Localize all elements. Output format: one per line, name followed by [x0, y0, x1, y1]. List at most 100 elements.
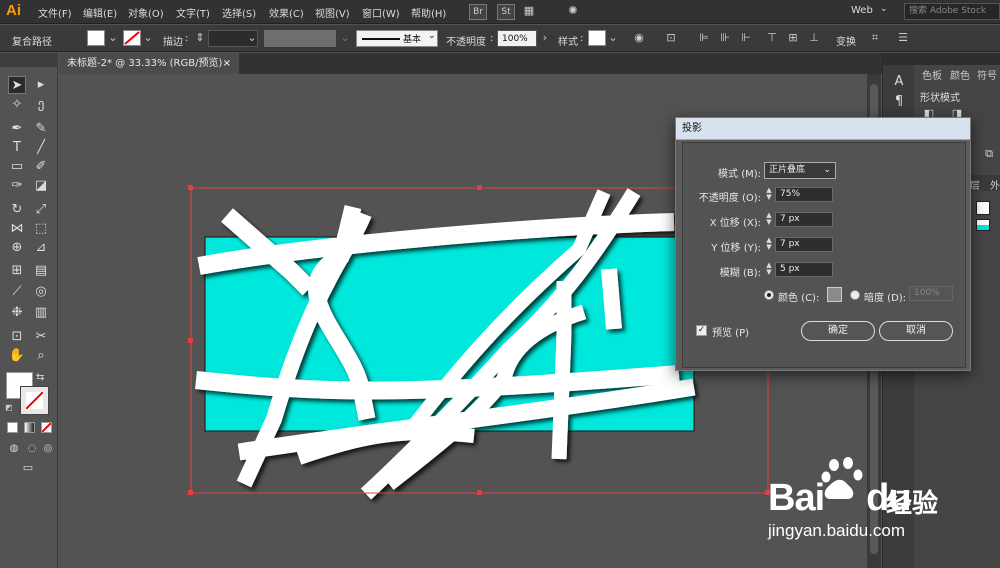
width-tool-icon[interactable]: ⋈ [8, 220, 26, 238]
color-mode-icon[interactable] [7, 422, 18, 433]
chevron-down-icon[interactable]: ⌄ [245, 31, 259, 45]
blur-input[interactable]: 5 px [775, 262, 833, 277]
symbol-sprayer-tool-icon[interactable]: ❉ [8, 304, 26, 322]
scale-tool-icon[interactable]: ⤢ [32, 201, 50, 219]
swap-colors-icon[interactable]: ⇆ [36, 372, 44, 383]
document-tab[interactable]: 未标题-2* @ 33.33% (RGB/预览) × [59, 53, 239, 74]
shaper-tool-icon[interactable]: ✑ [8, 177, 26, 195]
align-to-selection-icon[interactable]: ⊡ [664, 31, 678, 45]
gpu-performance-icon[interactable]: ✺ [566, 4, 580, 18]
layer-thumbnail[interactable] [976, 201, 990, 215]
character-panel-icon[interactable]: A [890, 73, 908, 91]
opacity-stepper-icon[interactable]: ▲ ▼ [765, 187, 773, 202]
bridge-button[interactable]: Br [469, 4, 487, 20]
none-mode-icon[interactable] [41, 422, 52, 433]
align-top-icon[interactable]: ⊤ [765, 31, 779, 45]
paragraph-panel-icon[interactable]: ¶ [890, 93, 908, 111]
darkness-radio[interactable] [850, 290, 860, 300]
gradient-tool-icon[interactable]: ▤ [32, 262, 50, 280]
color-radio[interactable] [764, 290, 774, 300]
chevron-down-icon[interactable]: ⌄ [880, 4, 888, 14]
arrange-documents-icon[interactable]: ▦ [522, 4, 536, 18]
selection-tool-icon[interactable]: ➤ [8, 76, 26, 94]
artboard-tool-icon[interactable]: ⊡ [8, 328, 26, 346]
rectangle-tool-icon[interactable]: ▭ [8, 158, 26, 176]
chevron-down-icon[interactable]: ⌄ [141, 31, 155, 45]
menu-window[interactable]: 窗口(W) [362, 5, 400, 20]
transform-link[interactable]: 变换 [836, 33, 856, 48]
column-graph-tool-icon[interactable]: ▥ [32, 304, 50, 322]
perspective-grid-tool-icon[interactable]: ⊿ [32, 239, 50, 257]
type-tool-icon[interactable]: T [8, 139, 26, 157]
chevron-down-icon[interactable]: ⌄ [606, 31, 620, 45]
panel-strip-grip[interactable] [883, 53, 915, 65]
shape-builder-tool-icon[interactable]: ⊕ [8, 239, 26, 257]
menu-view[interactable]: 视图(V) [315, 5, 350, 20]
tab-layers[interactable]: 层 [970, 177, 980, 192]
align-left-icon[interactable]: ⊫ [697, 31, 711, 45]
layer-thumbnail[interactable] [976, 219, 990, 231]
shadow-color-swatch[interactable] [827, 287, 842, 302]
workspace-switcher[interactable]: Web [851, 5, 873, 16]
zoom-tool-icon[interactable]: ⌕ [32, 347, 50, 365]
panel-grip[interactable] [914, 53, 1000, 65]
stroke-color-box[interactable] [20, 386, 49, 415]
mesh-tool-icon[interactable]: ⊞ [8, 262, 26, 280]
stock-search-input[interactable]: 搜索 Adobe Stock [904, 3, 1000, 20]
lasso-tool-icon[interactable]: ე [32, 96, 50, 114]
eraser-tool-icon[interactable]: ◪ [32, 177, 50, 195]
tab-appearance[interactable]: 外 [990, 177, 1000, 192]
free-transform-tool-icon[interactable]: ⬚ [32, 220, 50, 238]
align-middle-icon[interactable]: ⊞ [786, 31, 800, 45]
menu-select[interactable]: 选择(S) [222, 5, 256, 20]
draw-inside-icon[interactable]: ◎ [39, 440, 57, 458]
opacity-input[interactable]: 75% [775, 187, 833, 202]
curvature-tool-icon[interactable]: ✎ [32, 120, 50, 138]
chevron-down-icon[interactable]: ⌄ [106, 31, 120, 45]
slice-tool-icon[interactable]: ✂ [32, 328, 50, 346]
screen-mode-icon[interactable]: ▭ [19, 459, 37, 477]
menu-effect[interactable]: 效果(C) [269, 5, 304, 20]
align-right-icon[interactable]: ⊩ [739, 31, 753, 45]
graphic-style-swatch[interactable] [588, 30, 606, 46]
stroke-weight-stepper-icon[interactable]: ⇕ [193, 31, 207, 45]
paintbrush-tool-icon[interactable]: ✐ [32, 158, 50, 176]
x-offset-stepper-icon[interactable]: ▲ ▼ [765, 212, 773, 227]
opacity-field[interactable]: 100% [497, 30, 537, 47]
eyedropper-tool-icon[interactable]: ⟋ [8, 283, 26, 301]
blend-tool-icon[interactable]: ◎ [32, 283, 50, 301]
pathfinder-divide-icon[interactable]: ⧉ [980, 145, 998, 163]
isolate-group-icon[interactable]: ⌗ [868, 31, 882, 45]
tab-color[interactable]: 颜色 [950, 67, 970, 82]
draw-normal-icon[interactable]: ◍ [5, 440, 23, 458]
x-offset-input[interactable]: 7 px [775, 212, 833, 227]
magic-wand-tool-icon[interactable]: ✧ [8, 96, 26, 114]
align-bottom-icon[interactable]: ⊥ [807, 31, 821, 45]
menu-edit[interactable]: 编辑(E) [83, 5, 117, 20]
pen-tool-icon[interactable]: ✒ [8, 120, 26, 138]
tab-swatches[interactable]: 色板 [922, 67, 942, 82]
line-segment-tool-icon[interactable]: ╱ [32, 139, 50, 157]
hand-tool-icon[interactable]: ✋ [8, 347, 26, 365]
menu-file[interactable]: 文件(F) [38, 5, 72, 20]
menu-type[interactable]: 文字(T) [176, 5, 210, 20]
stock-button[interactable]: St [497, 4, 515, 20]
stroke-swatch[interactable] [123, 30, 141, 46]
menu-help[interactable]: 帮助(H) [411, 5, 446, 20]
cancel-button[interactable]: 取消 [879, 321, 953, 341]
brush-profile-dropdown[interactable]: 基本 ⌄ [356, 30, 438, 47]
menu-object[interactable]: 对象(O) [128, 5, 164, 20]
ok-button[interactable]: 确定 [801, 321, 875, 341]
y-offset-stepper-icon[interactable]: ▲ ▼ [765, 237, 773, 252]
tools-panel-grip[interactable] [0, 53, 58, 67]
tab-symbols[interactable]: 符号 [977, 67, 997, 82]
preview-checkbox[interactable]: ✓ [696, 325, 707, 336]
default-colors-icon[interactable]: ◩ [5, 403, 13, 412]
rotate-tool-icon[interactable]: ↻ [8, 201, 26, 219]
direct-selection-tool-icon[interactable]: ▸ [32, 76, 50, 94]
align-center-icon[interactable]: ⊪ [718, 31, 732, 45]
gradient-mode-icon[interactable] [24, 422, 35, 433]
recolor-artwork-icon[interactable]: ◉ [632, 31, 646, 45]
chevron-right-icon[interactable]: › [538, 31, 552, 45]
blur-stepper-icon[interactable]: ▲ ▼ [765, 262, 773, 277]
